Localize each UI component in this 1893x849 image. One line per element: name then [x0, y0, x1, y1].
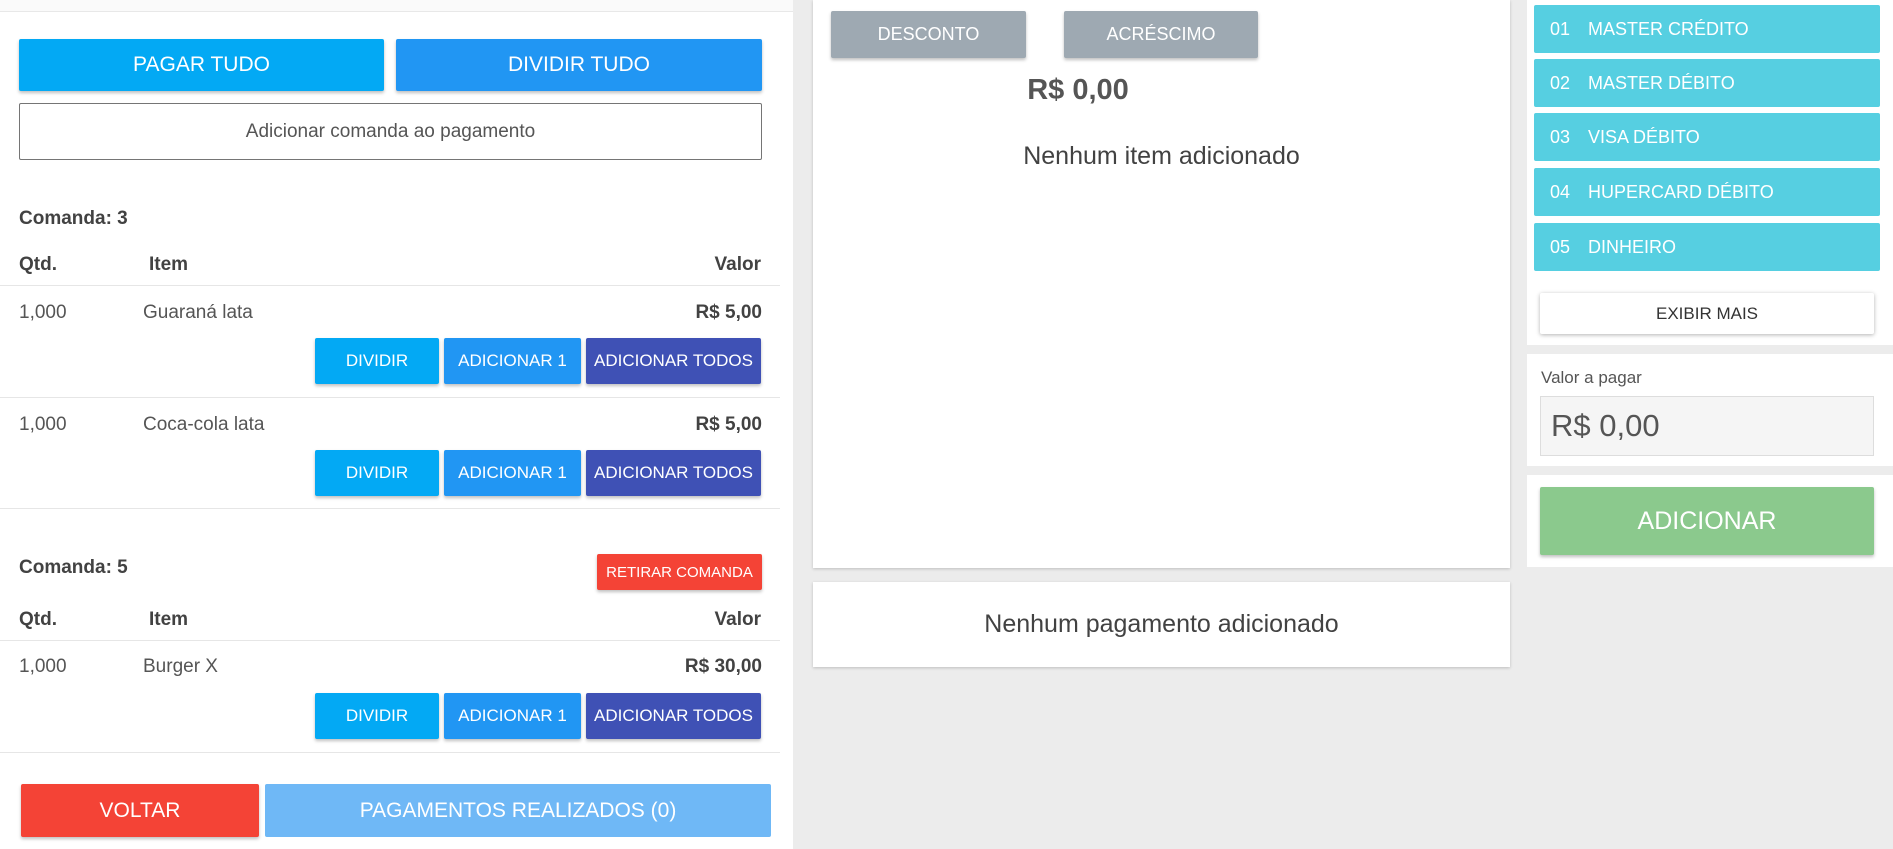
remove-comanda-button[interactable]: RETIRAR COMANDA [597, 554, 762, 590]
back-button[interactable]: VOLTAR [21, 784, 259, 837]
row-value: R$ 5,00 [695, 302, 762, 323]
add-one-button[interactable]: ADICIONAR 1 [444, 693, 581, 739]
row-item-name: Burger X [143, 656, 218, 677]
value-header: Valor [714, 254, 761, 275]
row-item-name: Coca-cola lata [143, 414, 265, 435]
discount-button[interactable]: DESCONTO [831, 11, 1026, 58]
comanda-title: Comanda: 5 [19, 557, 128, 578]
payments-done-button[interactable]: PAGAMENTOS REALIZADOS (0) [265, 784, 771, 837]
qty-header: Qtd. [19, 254, 57, 275]
method-label: MASTER DÉBITO [1588, 72, 1735, 93]
row-qty: 1,000 [19, 656, 67, 677]
row-value: R$ 5,00 [695, 414, 762, 435]
method-label: MASTER CRÉDITO [1588, 18, 1749, 39]
method-number: 03 [1550, 126, 1571, 147]
divider [0, 752, 780, 753]
add-comanda-button[interactable]: Adicionar comanda ao pagamento [19, 103, 762, 160]
payment-method-hupercard-debito[interactable]: 04 HUPERCARD DÉBITO [1534, 168, 1880, 216]
method-number: 02 [1550, 72, 1571, 93]
payment-method-dinheiro[interactable]: 05 DINHEIRO [1534, 223, 1880, 271]
method-label: VISA DÉBITO [1588, 126, 1700, 147]
pay-all-button[interactable]: PAGAR TUDO [19, 39, 384, 91]
row-qty: 1,000 [19, 414, 67, 435]
amount-input[interactable] [1540, 396, 1874, 456]
item-header: Item [149, 254, 189, 275]
divider [0, 508, 780, 509]
comanda-title: Comanda: 3 [19, 208, 128, 229]
qty-header: Qtd. [19, 609, 57, 630]
row-item-name: Guaraná lata [143, 302, 253, 323]
add-one-button[interactable]: ADICIONAR 1 [444, 450, 581, 496]
method-number: 04 [1550, 181, 1571, 202]
row-qty: 1,000 [19, 302, 67, 323]
split-item-button[interactable]: DIVIDIR [315, 338, 439, 384]
add-all-button[interactable]: ADICIONAR TODOS [586, 338, 761, 384]
items-panel [813, 0, 1510, 568]
surcharge-button[interactable]: ACRÉSCIMO [1064, 11, 1258, 58]
split-all-button[interactable]: DIVIDIR TUDO [396, 39, 762, 91]
divider [0, 285, 780, 286]
empty-payments-message: Nenhum pagamento adicionado [813, 582, 1510, 667]
add-all-button[interactable]: ADICIONAR TODOS [586, 450, 761, 496]
panel-top-strip [0, 0, 793, 12]
add-payment-button[interactable]: ADICIONAR [1540, 487, 1874, 555]
item-header: Item [149, 609, 189, 630]
row-value: R$ 30,00 [684, 656, 762, 677]
method-number: 01 [1550, 18, 1571, 39]
payment-method-visa-debito[interactable]: 03 VISA DÉBITO [1534, 113, 1880, 161]
method-label: DINHEIRO [1588, 236, 1677, 257]
split-item-button[interactable]: DIVIDIR [315, 693, 439, 739]
payment-method-master-credito[interactable]: 01 MASTER CRÉDITO [1534, 5, 1880, 53]
add-one-button[interactable]: ADICIONAR 1 [444, 338, 581, 384]
add-all-button[interactable]: ADICIONAR TODOS [586, 693, 761, 739]
payment-method-master-debito[interactable]: 02 MASTER DÉBITO [1534, 59, 1880, 107]
divider [0, 640, 780, 641]
split-item-button[interactable]: DIVIDIR [315, 450, 439, 496]
method-number: 05 [1550, 236, 1571, 257]
method-label: HUPERCARD DÉBITO [1588, 181, 1774, 202]
divider [0, 397, 780, 398]
empty-items-message: Nenhum item adicionado [1023, 142, 1300, 170]
amount-label: Valor a pagar [1541, 368, 1642, 387]
value-header: Valor [714, 609, 761, 630]
show-more-button[interactable]: EXIBIR MAIS [1540, 293, 1874, 334]
total-value: R$ 0,00 [1027, 74, 1129, 106]
